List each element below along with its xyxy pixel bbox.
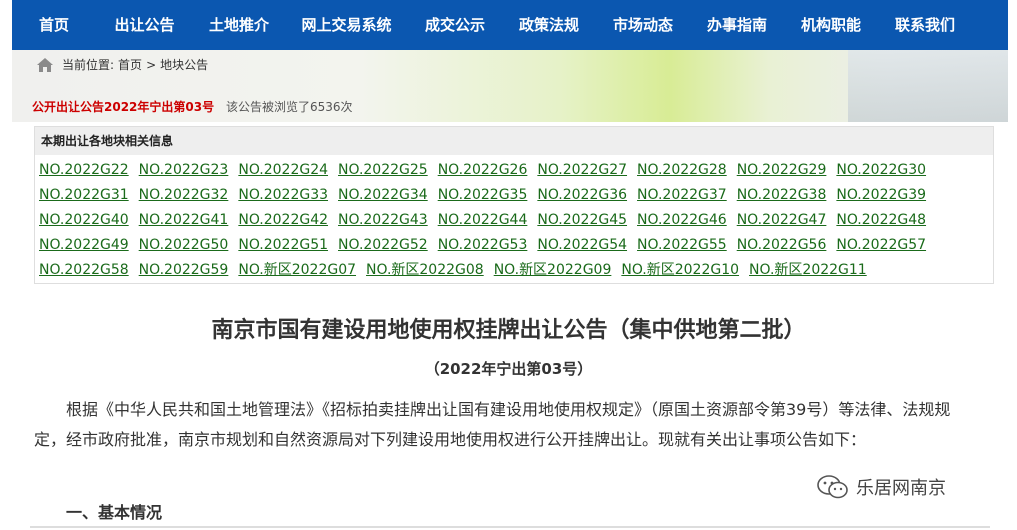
nav-item-2[interactable]: 土地推介 <box>193 0 285 50</box>
plot-link[interactable]: NO.2022G58 <box>39 258 129 283</box>
plot-link[interactable]: NO.2022G45 <box>537 208 627 233</box>
divider <box>30 526 990 528</box>
plot-link[interactable]: NO.2022G52 <box>338 233 428 258</box>
plot-link[interactable]: NO.2022G24 <box>238 158 328 183</box>
plot-link[interactable]: NO.2022G40 <box>39 208 129 233</box>
breadcrumb-label: 当前位置: <box>62 58 115 72</box>
nav-item-0[interactable]: 首页 <box>12 0 96 50</box>
plot-link[interactable]: NO.2022G41 <box>139 208 229 233</box>
plot-link[interactable]: NO.2022G30 <box>836 158 926 183</box>
plot-link[interactable]: NO.2022G53 <box>438 233 528 258</box>
breadcrumb-separator: > <box>146 57 157 72</box>
plot-link[interactable]: NO.2022G49 <box>39 233 129 258</box>
plot-link[interactable]: NO.2022G36 <box>537 183 627 208</box>
plot-link[interactable]: NO.2022G33 <box>238 183 328 208</box>
plot-link[interactable]: NO.新区2022G10 <box>621 258 739 283</box>
plot-link[interactable]: NO.2022G56 <box>737 233 827 258</box>
breadcrumb: 当前位置: 首页 > 地块公告 <box>36 56 208 73</box>
plot-link-list: NO.2022G22 NO.2022G23 NO.2022G24 NO.2022G25… <box>35 155 979 283</box>
document-title: 南京市国有建设用地使用权挂牌出让公告（集中供地第二批） <box>211 318 806 343</box>
plot-link[interactable]: NO.2022G38 <box>737 183 827 208</box>
document-paragraph: 根据《中华人民共和国土地管理法》《招标拍卖挂牌出让国有建设用地使用权规定》（原国… <box>34 400 951 449</box>
plot-link[interactable]: NO.2022G28 <box>637 158 727 183</box>
plot-link[interactable]: NO.2022G57 <box>836 233 926 258</box>
plot-info-heading: 本期出让各地块相关信息 <box>35 127 993 155</box>
plot-link[interactable]: NO.2022G35 <box>438 183 528 208</box>
nav-item-3[interactable]: 网上交易系统 <box>285 0 408 50</box>
nav-item-9[interactable]: 联系我们 <box>878 0 972 50</box>
plot-link[interactable]: NO.2022G25 <box>338 158 428 183</box>
plot-link[interactable]: NO.2022G43 <box>338 208 428 233</box>
plot-link[interactable]: NO.2022G44 <box>438 208 528 233</box>
nav-item-7[interactable]: 办事指南 <box>690 0 784 50</box>
nav-item-5[interactable]: 政策法规 <box>502 0 596 50</box>
plot-info-box: 本期出让各地块相关信息 NO.2022G22 NO.2022G23 NO.2022G… <box>34 126 994 284</box>
plot-link[interactable]: NO.2022G22 <box>39 158 129 183</box>
plot-link[interactable]: NO.2022G26 <box>438 158 528 183</box>
plot-link[interactable]: NO.新区2022G08 <box>366 258 484 283</box>
plot-link[interactable]: NO.2022G55 <box>637 233 727 258</box>
document-subtitle: （2022年宁出第03号） <box>424 360 593 378</box>
section-heading-basic-info: 一、基本情况 <box>66 503 163 522</box>
home-icon <box>37 57 53 72</box>
notice-title: 公开出让公告2022年宁出第03号 <box>32 100 215 114</box>
plot-link[interactable]: NO.2022G34 <box>338 183 428 208</box>
wechat-icon <box>817 475 848 499</box>
nav-item-4[interactable]: 成交公示 <box>408 0 502 50</box>
plot-link[interactable]: NO.2022G39 <box>836 183 926 208</box>
notice-header: 公开出让公告2022年宁出第03号 该公告被浏览了6536次 <box>32 98 352 115</box>
plot-link[interactable]: NO.2022G59 <box>139 258 229 283</box>
plot-link[interactable]: NO.2022G50 <box>139 233 229 258</box>
breadcrumb-current[interactable]: 地块公告 <box>160 56 208 73</box>
plot-link[interactable]: NO.2022G47 <box>737 208 827 233</box>
main-nav: 首页 出让公告 土地推介 网上交易系统 成交公示 政策法规 市场动态 办事指南 机构职能 联系我们 <box>12 0 1008 50</box>
plot-link[interactable]: NO.2022G31 <box>39 183 129 208</box>
watermark: 乐居网南京 <box>812 472 950 502</box>
view-count: 该公告被浏览了6536次 <box>225 100 353 114</box>
plot-link[interactable]: NO.2022G48 <box>836 208 926 233</box>
nav-item-1[interactable]: 出让公告 <box>96 0 193 50</box>
city-skyline-image <box>848 50 1008 122</box>
breadcrumb-home-link[interactable]: 首页 <box>118 56 142 73</box>
plot-link[interactable]: NO.2022G54 <box>537 233 627 258</box>
plot-link[interactable]: NO.2022G37 <box>637 183 727 208</box>
plot-link[interactable]: NO.2022G51 <box>238 233 328 258</box>
plot-link[interactable]: NO.2022G23 <box>139 158 229 183</box>
plot-link[interactable]: NO.2022G32 <box>139 183 229 208</box>
plot-link[interactable]: NO.2022G29 <box>737 158 827 183</box>
plot-link[interactable]: NO.新区2022G07 <box>238 258 356 283</box>
plot-link[interactable]: NO.2022G42 <box>238 208 328 233</box>
nav-item-8[interactable]: 机构职能 <box>784 0 878 50</box>
plot-link[interactable]: NO.2022G46 <box>637 208 727 233</box>
nav-item-6[interactable]: 市场动态 <box>596 0 690 50</box>
plot-link[interactable]: NO.新区2022G09 <box>494 258 612 283</box>
plot-link[interactable]: NO.新区2022G11 <box>749 258 867 283</box>
watermark-text: 乐居网南京 <box>856 478 946 499</box>
plot-link[interactable]: NO.2022G27 <box>537 158 627 183</box>
